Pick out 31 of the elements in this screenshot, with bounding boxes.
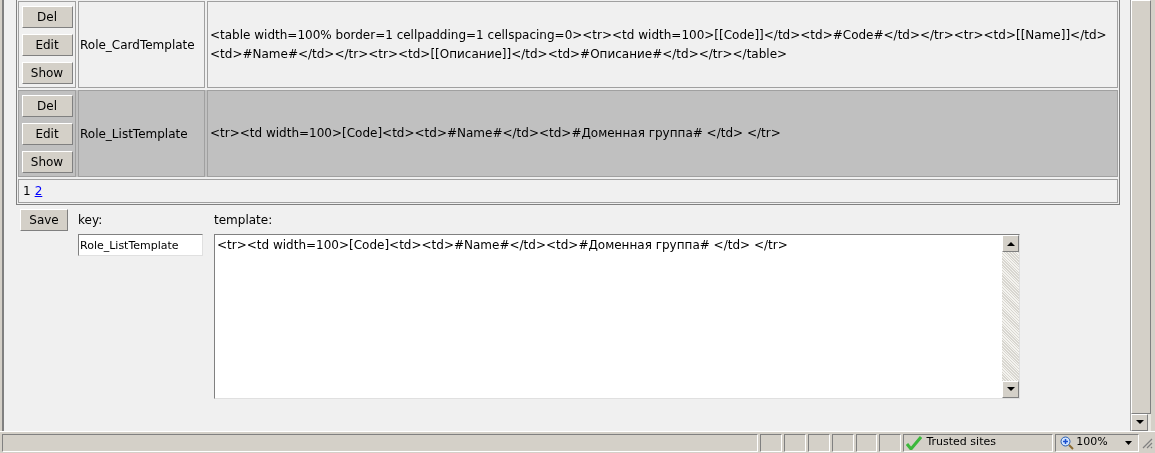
- template-field[interactable]: <tr><td width=100>[Code]<td><td>#Name#</td><td>#Доменная группа# </td> </tr>: [214, 234, 1020, 399]
- zoom-icon: [1060, 435, 1075, 450]
- status-pane: [879, 433, 902, 452]
- zoom-control[interactable]: 100%: [1055, 433, 1140, 452]
- row-button[interactable]: Del: [21, 94, 73, 117]
- table-row[interactable]: [18, 1, 1118, 88]
- zone-text: Trusted sites: [926, 434, 996, 451]
- status-pane: [855, 433, 878, 452]
- check-icon: [906, 435, 923, 450]
- row-button[interactable]: Show: [21, 61, 73, 84]
- row-button[interactable]: Show: [21, 150, 73, 173]
- scrollbar[interactable]: [1002, 235, 1019, 398]
- table-cell-text: <tr><td width=100>[Code]<td><td>#Name#</td><td>#Доменная группа# </td> </tr>: [210, 125, 781, 142]
- table-cell-text: Role_CardTemplate: [80, 36, 195, 54]
- table-cell-text: Role_ListTemplate: [80, 125, 188, 143]
- page-link[interactable]: 1: [23, 182, 31, 200]
- table-row[interactable]: Del Edit Show Role_ListTemplate <tr><td width=100>[Code]<td><td>#Name#</td><td>#Доменная группа# </td> </tr>: [18, 90, 1118, 177]
- status-pane: [807, 433, 830, 452]
- status-pane: [831, 433, 854, 452]
- row-button[interactable]: Edit: [21, 33, 73, 56]
- row-button[interactable]: Del: [21, 5, 73, 28]
- caret-icon: [1125, 440, 1133, 445]
- status-pane: [783, 433, 806, 452]
- key-label: key:: [78, 212, 104, 229]
- row-button[interactable]: Edit: [21, 122, 73, 145]
- key-field[interactable]: Role_ListTemplate: [78, 234, 203, 256]
- template-label: template:: [214, 212, 274, 229]
- page-link[interactable]: 2: [34, 182, 43, 200]
- save-button[interactable]: Save: [20, 209, 68, 231]
- resize-grip-icon: [1141, 436, 1154, 449]
- table-cell-text: <table width=100% border=1 cellpadding=1 cellspacing=0><tr><td width=100>[[Code]]</td><td>#Code#</td></tr><tr><td>[[Name]]</td><td>#Name#</td></tr><tr><td>[[Описание]]</td><td>#Описание#</td></tr></table>: [210, 26, 1108, 63]
